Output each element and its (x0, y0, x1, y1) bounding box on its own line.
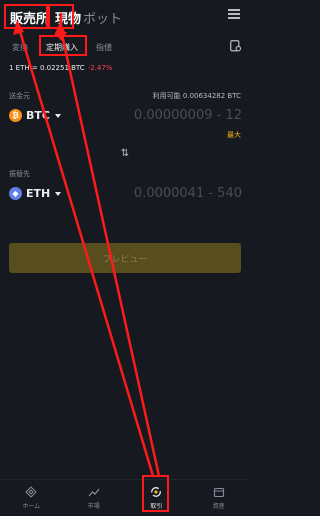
arrowhead-icon (13, 20, 24, 35)
arrowhead-icon (55, 32, 67, 41)
annotation-arrows (13, 12, 161, 478)
arrow-to-spot (59, 28, 161, 478)
arrow-to-sales-office (17, 26, 155, 478)
